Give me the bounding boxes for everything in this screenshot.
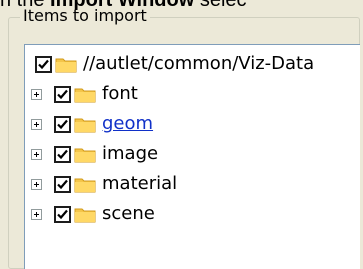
import-tree-view[interactable]: //autlet/common/Viz-Data font geom image… [24,44,360,269]
geom-checkbox[interactable] [54,115,71,133]
folder-icon [74,116,96,133]
checkmark-icon [57,89,68,99]
import-items-groupbox: Items to import //autlet/common/Viz-Data [0,0,363,269]
checkmark-icon [57,119,68,129]
instruction-bold-text: Import Window [50,0,195,11]
image-checkbox[interactable] [54,145,71,163]
expand-plus-icon[interactable] [31,88,42,100]
tree-item-label[interactable]: scene [102,203,155,225]
expand-plus-icon[interactable] [31,208,42,220]
tree-item-label-link[interactable]: geom [102,113,153,135]
tree-item-label[interactable]: material [102,173,177,195]
tree-item-material[interactable]: material [31,169,177,199]
folder-icon [55,56,77,73]
checkmark-icon [57,149,68,159]
folder-icon [74,176,96,193]
expand-plus-icon[interactable] [31,148,42,160]
scene-checkbox[interactable] [54,205,71,223]
checkmark-icon [38,59,49,69]
checkmark-icon [57,209,68,219]
instruction-prefix: n the Import Window selec [0,0,247,11]
expand-plus-icon[interactable] [31,118,42,130]
tree-root-label[interactable]: //autlet/common/Viz-Data [83,53,314,75]
checkmark-icon [57,179,68,189]
folder-icon [74,86,96,103]
tree-item-font[interactable]: font [31,79,138,109]
font-checkbox[interactable] [54,85,71,103]
tree-root-item[interactable]: //autlet/common/Viz-Data [35,49,314,79]
cropped-instruction-text: n the Import Window selec [0,0,363,12]
tree-item-scene[interactable]: scene [31,199,155,229]
material-checkbox[interactable] [54,175,71,193]
tree-item-label[interactable]: font [102,83,138,105]
root-checkbox[interactable] [35,55,52,73]
tree-item-image[interactable]: image [31,139,158,169]
folder-icon [74,206,96,223]
tree-item-label[interactable]: image [102,143,158,165]
folder-icon [74,146,96,163]
expand-plus-icon[interactable] [31,178,42,190]
tree-item-geom[interactable]: geom [31,109,153,139]
